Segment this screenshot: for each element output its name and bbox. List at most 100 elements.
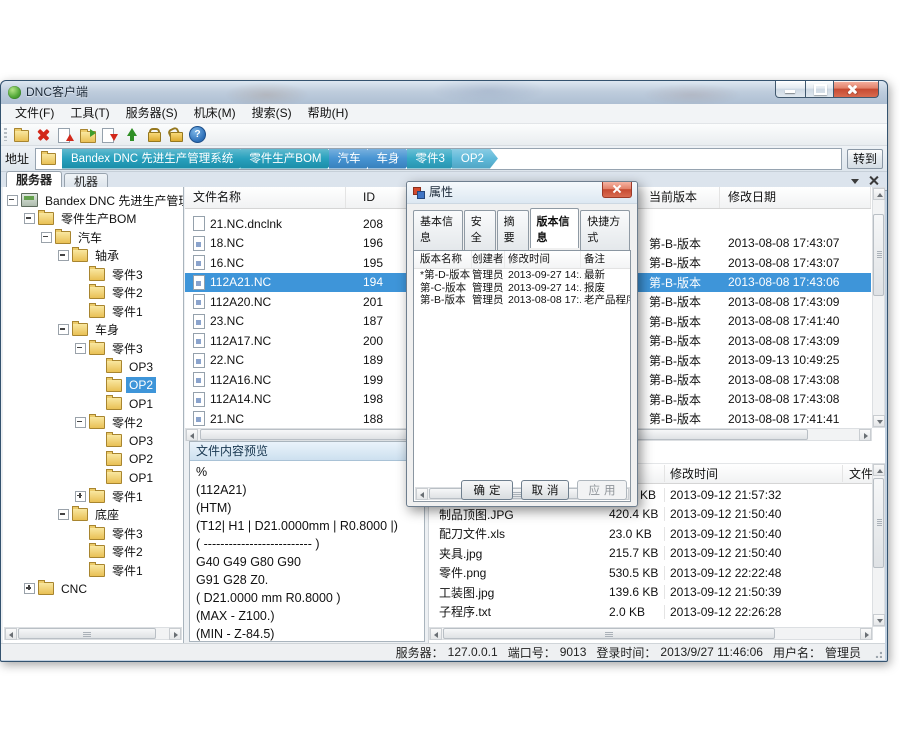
- collapse-icon[interactable]: [58, 509, 69, 520]
- version-row[interactable]: 第-B-版本管理员2013-08-08 17:...老产品程序: [414, 294, 630, 307]
- tree-item[interactable]: 零件3: [3, 524, 183, 543]
- upload-icon[interactable]: [123, 127, 140, 143]
- tree-item[interactable]: OP1: [3, 395, 183, 414]
- scroll-up-icon[interactable]: [873, 188, 885, 200]
- address-field[interactable]: Bandex DNC 先进生产管理系统零件生产BOM汽车车身零件3OP2: [35, 148, 842, 170]
- tab-dropdown-icon[interactable]: [851, 179, 859, 184]
- tree-item[interactable]: 零件3: [3, 339, 183, 358]
- tree-item[interactable]: 零件2: [3, 284, 183, 303]
- lock-icon[interactable]: [145, 127, 162, 143]
- dialog-tab-快捷方式[interactable]: 快捷方式: [580, 210, 630, 250]
- tree-item[interactable]: 零件2: [3, 543, 183, 562]
- version-row[interactable]: *第-D-版本管理员2013-09-27 14:...最新: [414, 269, 630, 282]
- tree-item[interactable]: 零件3: [3, 265, 183, 284]
- scroll-up-icon[interactable]: [873, 464, 885, 476]
- tree-item[interactable]: 零件生产BOM: [3, 210, 183, 229]
- version-row[interactable]: 第-C-版本管理员2013-09-27 14:...报废: [414, 282, 630, 295]
- scroll-thumb[interactable]: [443, 628, 775, 639]
- resize-grip[interactable]: [873, 649, 882, 658]
- tree-item[interactable]: OP2: [3, 376, 183, 395]
- menu-item[interactable]: 搜索(S): [244, 104, 300, 123]
- collapse-icon[interactable]: [58, 250, 69, 261]
- tree-item[interactable]: OP3: [3, 432, 183, 451]
- scroll-right-icon[interactable]: [860, 628, 872, 640]
- scroll-thumb[interactable]: [18, 628, 156, 639]
- attachment-row[interactable]: 制品顶图.JPG420.4 KB2013-09-12 21:50:40: [429, 505, 873, 525]
- breadcrumb-segment[interactable]: OP2: [452, 149, 498, 169]
- collapse-icon[interactable]: [58, 324, 69, 335]
- scroll-left-icon[interactable]: [5, 628, 17, 640]
- column-header-version[interactable]: 当前版本: [641, 187, 720, 208]
- collapse-icon[interactable]: [75, 417, 86, 428]
- tree-item[interactable]: 零件2: [3, 413, 183, 432]
- expand-icon[interactable]: [24, 583, 35, 594]
- menu-item[interactable]: 帮助(H): [300, 104, 357, 123]
- tree-item[interactable]: 零件1: [3, 302, 183, 321]
- delete-icon[interactable]: [35, 127, 52, 143]
- breadcrumb-segment[interactable]: 零件3: [407, 149, 459, 169]
- column-header-date[interactable]: 修改日期: [720, 187, 871, 208]
- attachment-row[interactable]: 子程序.txt2.0 KB2013-09-12 22:26:28: [429, 602, 873, 622]
- attachment-row[interactable]: 夹具.jpg215.7 KB2013-09-12 21:50:40: [429, 544, 873, 564]
- cancel-button[interactable]: 取消: [521, 480, 569, 500]
- menu-item[interactable]: 工具(T): [62, 104, 117, 123]
- dialog-tab-基本信息[interactable]: 基本信息: [413, 210, 463, 250]
- collapse-icon[interactable]: [24, 213, 35, 224]
- column-header-creator[interactable]: 创建者: [472, 251, 505, 268]
- tree-item[interactable]: 轴承: [3, 247, 183, 266]
- check-out-icon[interactable]: [101, 127, 118, 143]
- titlebar[interactable]: DNC客户端: [1, 81, 887, 104]
- scroll-right-icon[interactable]: [169, 628, 181, 640]
- tree-item[interactable]: Bandex DNC 先进生产管理系统: [3, 191, 183, 210]
- tree-item[interactable]: OP1: [3, 469, 183, 488]
- attachment-row[interactable]: 配刀文件.xls23.0 KB2013-09-12 21:50:40: [429, 524, 873, 544]
- collapse-icon[interactable]: [75, 343, 86, 354]
- open-folder-icon[interactable]: [79, 127, 96, 143]
- tree-item[interactable]: 底座: [3, 506, 183, 525]
- dialog-close-button[interactable]: [602, 182, 632, 198]
- collapse-icon[interactable]: [7, 195, 18, 206]
- scroll-thumb[interactable]: [873, 478, 884, 568]
- collapse-icon[interactable]: [41, 232, 52, 243]
- column-header-note[interactable]: 备注: [581, 251, 630, 268]
- column-header-time[interactable]: 修改时间: [664, 465, 842, 482]
- help-icon[interactable]: ?: [189, 126, 206, 143]
- breadcrumb-segment[interactable]: Bandex DNC 先进生产管理系统: [62, 149, 247, 169]
- menu-item[interactable]: 机床(M): [186, 104, 244, 123]
- dialog-tab-版本信息[interactable]: 版本信息: [530, 208, 580, 248]
- scroll-right-icon[interactable]: [859, 429, 871, 441]
- attachment-row[interactable]: 零件.png530.5 KB2013-09-12 22:22:48: [429, 563, 873, 583]
- scroll-left-icon[interactable]: [186, 429, 198, 441]
- maximize-button[interactable]: [806, 81, 834, 98]
- attachment-hscrollbar[interactable]: [429, 627, 873, 640]
- breadcrumb-segment[interactable]: 零件生产BOM: [240, 149, 335, 169]
- expand-icon[interactable]: [75, 491, 86, 502]
- tree-item[interactable]: OP3: [3, 358, 183, 377]
- tree-item[interactable]: 汽车: [3, 228, 183, 247]
- attachment-row[interactable]: 工装图.jpg139.6 KB2013-09-12 21:50:39: [429, 583, 873, 603]
- file-list-vscrollbar[interactable]: [872, 187, 885, 428]
- dialog-tab-摘要[interactable]: 摘要: [497, 210, 529, 250]
- column-header-filename[interactable]: 文件名称: [185, 187, 346, 208]
- new-folder-icon[interactable]: [13, 127, 30, 143]
- column-header-file[interactable]: 文件(&: [842, 465, 873, 482]
- scroll-down-icon[interactable]: [873, 415, 885, 427]
- menu-item[interactable]: 文件(F): [7, 104, 62, 123]
- go-button[interactable]: 转到: [847, 149, 883, 169]
- tab-close-icon[interactable]: [869, 176, 878, 185]
- dialog-titlebar[interactable]: 属性: [407, 182, 637, 204]
- tree-item[interactable]: 零件1: [3, 561, 183, 580]
- check-in-icon[interactable]: [57, 127, 74, 143]
- scroll-left-icon[interactable]: [430, 628, 442, 640]
- ok-button[interactable]: 确定: [461, 480, 513, 500]
- menu-item[interactable]: 服务器(S): [118, 104, 186, 123]
- close-button[interactable]: [834, 81, 879, 98]
- attachment-vscrollbar[interactable]: [872, 463, 885, 627]
- minimize-button[interactable]: [775, 81, 806, 98]
- column-header-version-name[interactable]: 版本名称: [414, 251, 472, 268]
- dialog-tab-安全[interactable]: 安全: [464, 210, 496, 250]
- tree-hscrollbar[interactable]: [4, 627, 182, 640]
- column-header-modified[interactable]: 修改时间: [505, 251, 581, 268]
- unlock-icon[interactable]: [167, 127, 184, 143]
- tree-item[interactable]: OP2: [3, 450, 183, 469]
